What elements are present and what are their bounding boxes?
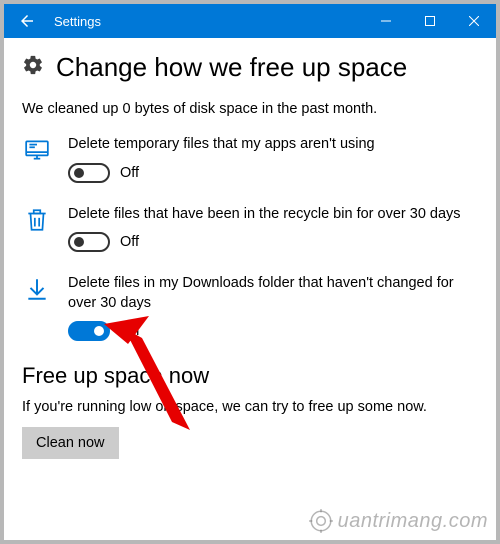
option-downloads: Delete files in my Downloads folder that… <box>22 274 478 341</box>
gear-icon <box>22 54 44 81</box>
lightbulb-icon <box>308 508 334 534</box>
toggle-state-text: Off <box>120 165 139 181</box>
close-button[interactable] <box>452 4 496 38</box>
minimize-icon <box>381 16 391 26</box>
titlebar: Settings <box>4 4 496 38</box>
option-label: Delete temporary files that my apps aren… <box>68 135 478 155</box>
content-area: Change how we free up space We cleaned u… <box>4 38 496 459</box>
toggle-downloads[interactable] <box>68 321 110 341</box>
option-label: Delete files that have been in the recyc… <box>68 205 478 225</box>
watermark: uantrimang.com <box>308 508 488 534</box>
clean-now-button[interactable]: Clean now <box>22 427 119 459</box>
section-heading: Free up space now <box>22 363 478 389</box>
minimize-button[interactable] <box>364 4 408 38</box>
toggle-recycle-bin[interactable] <box>68 232 110 252</box>
monitor-icon <box>22 135 52 163</box>
status-text: We cleaned up 0 bytes of disk space in t… <box>22 101 478 117</box>
page-title: Change how we free up space <box>56 52 407 83</box>
arrow-left-icon <box>18 12 36 30</box>
window-title: Settings <box>50 14 101 29</box>
section-text: If you're running low on space, we can t… <box>22 399 478 415</box>
toggle-temp-files[interactable] <box>68 163 110 183</box>
download-icon <box>22 274 52 302</box>
option-recycle-bin: Delete files that have been in the recyc… <box>22 205 478 253</box>
trash-icon <box>22 205 52 233</box>
maximize-button[interactable] <box>408 4 452 38</box>
settings-window: Settings Change how we free up space We … <box>0 0 500 544</box>
page-heading-row: Change how we free up space <box>22 52 478 83</box>
close-icon <box>469 16 479 26</box>
toggle-state-text: Off <box>120 234 139 250</box>
toggle-state-text: On <box>120 323 139 339</box>
window-controls <box>364 4 496 38</box>
option-label: Delete files in my Downloads folder that… <box>68 274 478 313</box>
back-button[interactable] <box>4 4 50 38</box>
maximize-icon <box>425 16 435 26</box>
option-temp-files: Delete temporary files that my apps aren… <box>22 135 478 183</box>
